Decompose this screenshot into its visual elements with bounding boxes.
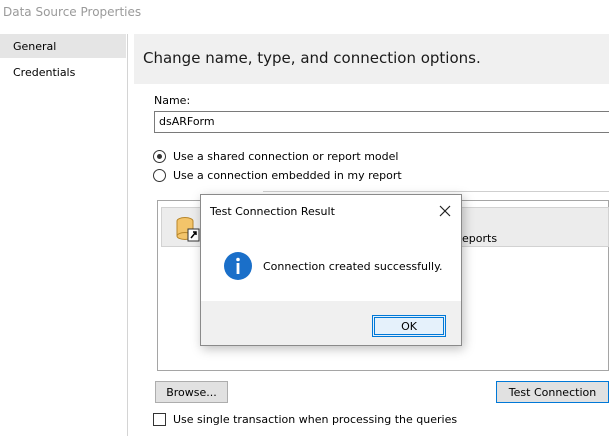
page-header: Change name, type, and connection option… bbox=[134, 34, 609, 84]
browse-button[interactable]: Browse... bbox=[155, 381, 228, 403]
list-item-label: eports bbox=[462, 232, 498, 245]
window-title-bar: Data Source Properties bbox=[0, 0, 609, 28]
page-title: Change name, type, and connection option… bbox=[143, 49, 481, 67]
dialog-footer: OK bbox=[201, 301, 461, 345]
ok-button[interactable]: OK bbox=[372, 315, 446, 337]
radio-button-selected[interactable] bbox=[153, 150, 166, 163]
sidebar-item-general[interactable]: General bbox=[0, 34, 126, 58]
close-icon[interactable] bbox=[436, 202, 454, 220]
test-connection-button[interactable]: Test Connection bbox=[496, 381, 609, 403]
dialog-title: Test Connection Result bbox=[210, 205, 335, 218]
name-input[interactable]: dsARForm bbox=[154, 111, 609, 133]
test-connection-dialog: Test Connection Result Connection create… bbox=[200, 194, 462, 346]
info-icon bbox=[224, 252, 252, 280]
radio-embedded-label: Use a connection embedded in my report bbox=[173, 169, 402, 182]
divider bbox=[263, 191, 609, 192]
radio-dot bbox=[157, 154, 162, 159]
single-transaction-label: Use single transaction when processing t… bbox=[173, 413, 458, 426]
sidebar-item-credentials[interactable]: Credentials bbox=[0, 60, 126, 84]
name-label: Name: bbox=[154, 94, 191, 107]
sidebar: General Credentials bbox=[0, 34, 128, 436]
window-title: Data Source Properties bbox=[3, 5, 142, 19]
dialog-message: Connection created successfully. bbox=[263, 260, 443, 273]
shared-datasource-icon bbox=[176, 217, 200, 242]
checkbox[interactable] bbox=[153, 413, 166, 426]
radio-button[interactable] bbox=[153, 169, 166, 182]
radio-shared-label: Use a shared connection or report model bbox=[173, 150, 399, 163]
